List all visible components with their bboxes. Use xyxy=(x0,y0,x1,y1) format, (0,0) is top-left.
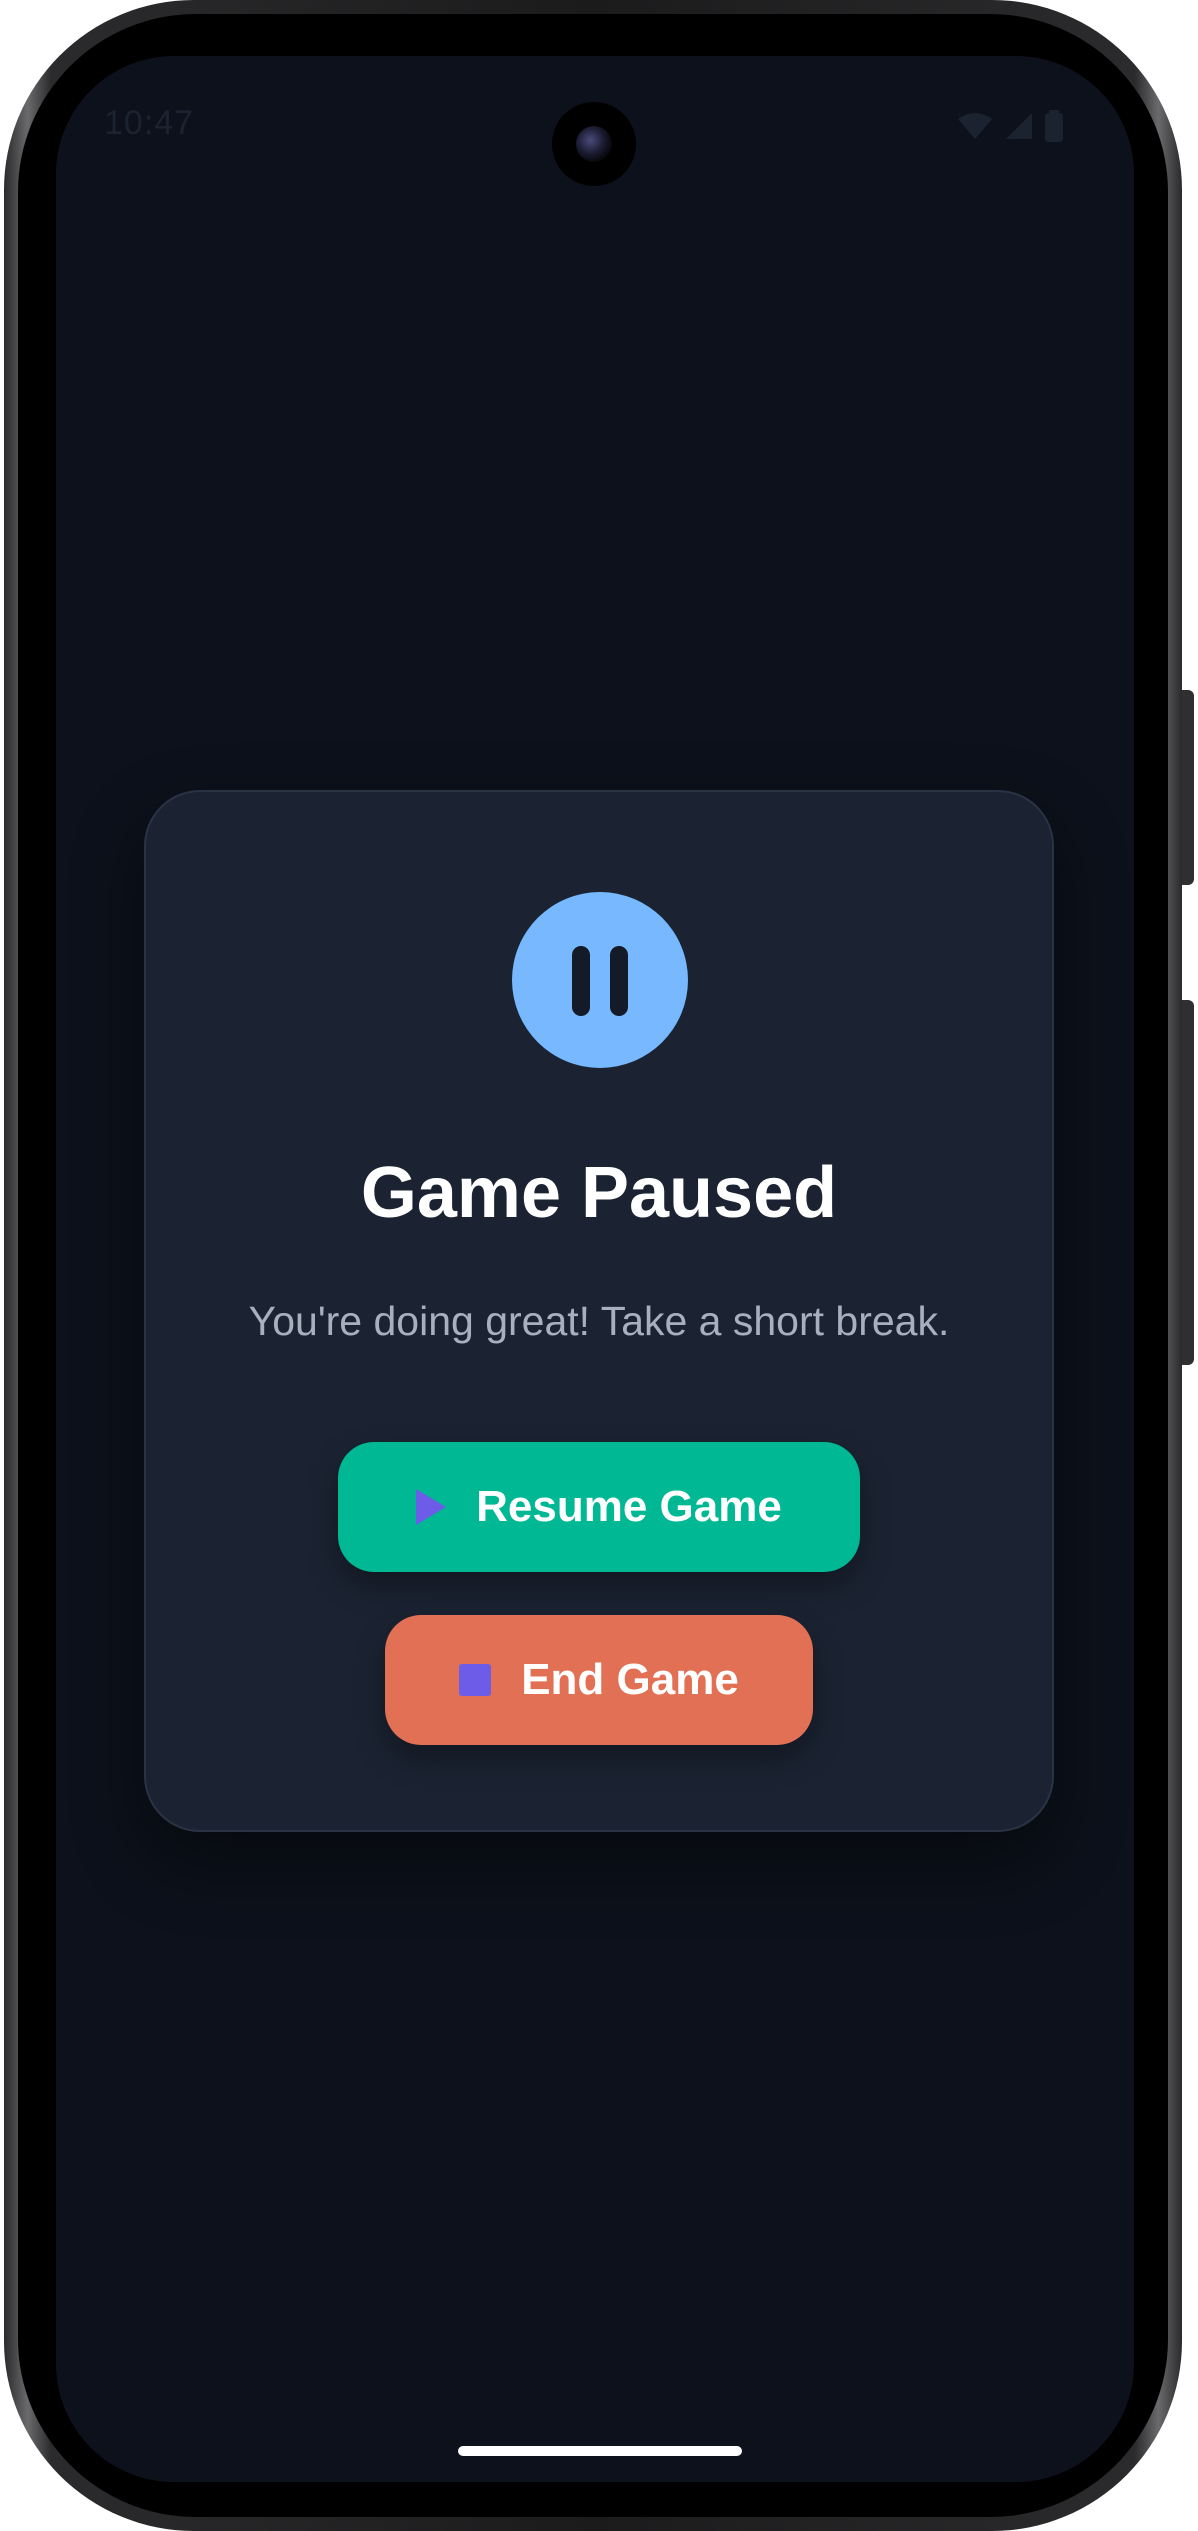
screen: 10:47 Game Paused You're doing great! Ta… xyxy=(56,56,1134,2482)
pause-bar-right xyxy=(610,946,628,1016)
play-icon xyxy=(416,1489,447,1525)
end-game-label: End Game xyxy=(521,1655,739,1704)
power-button xyxy=(1182,690,1194,885)
phone-frame: 10:47 Game Paused You're doing great! Ta… xyxy=(4,0,1194,2531)
pause-bar-left xyxy=(572,946,590,1016)
pause-icon xyxy=(512,892,688,1068)
stop-icon xyxy=(459,1664,492,1696)
status-time: 10:47 xyxy=(104,104,195,142)
battery-icon xyxy=(1045,110,1063,142)
end-game-button[interactable]: End Game xyxy=(385,1615,813,1745)
volume-button xyxy=(1182,1000,1194,1365)
dialog-title: Game Paused xyxy=(360,1153,838,1233)
pause-dialog: Game Paused You're doing great! Take a s… xyxy=(144,790,1054,1832)
front-camera xyxy=(552,102,636,186)
home-indicator[interactable] xyxy=(458,2446,742,2456)
resume-game-label: Resume Game xyxy=(476,1482,782,1531)
signal-icon xyxy=(1006,113,1032,139)
camera-lens xyxy=(576,126,612,162)
wifi-icon xyxy=(958,113,992,139)
status-icons xyxy=(956,110,1064,142)
dialog-message: You're doing great! Take a short break. xyxy=(248,1298,950,1344)
resume-game-button[interactable]: Resume Game xyxy=(338,1442,860,1572)
